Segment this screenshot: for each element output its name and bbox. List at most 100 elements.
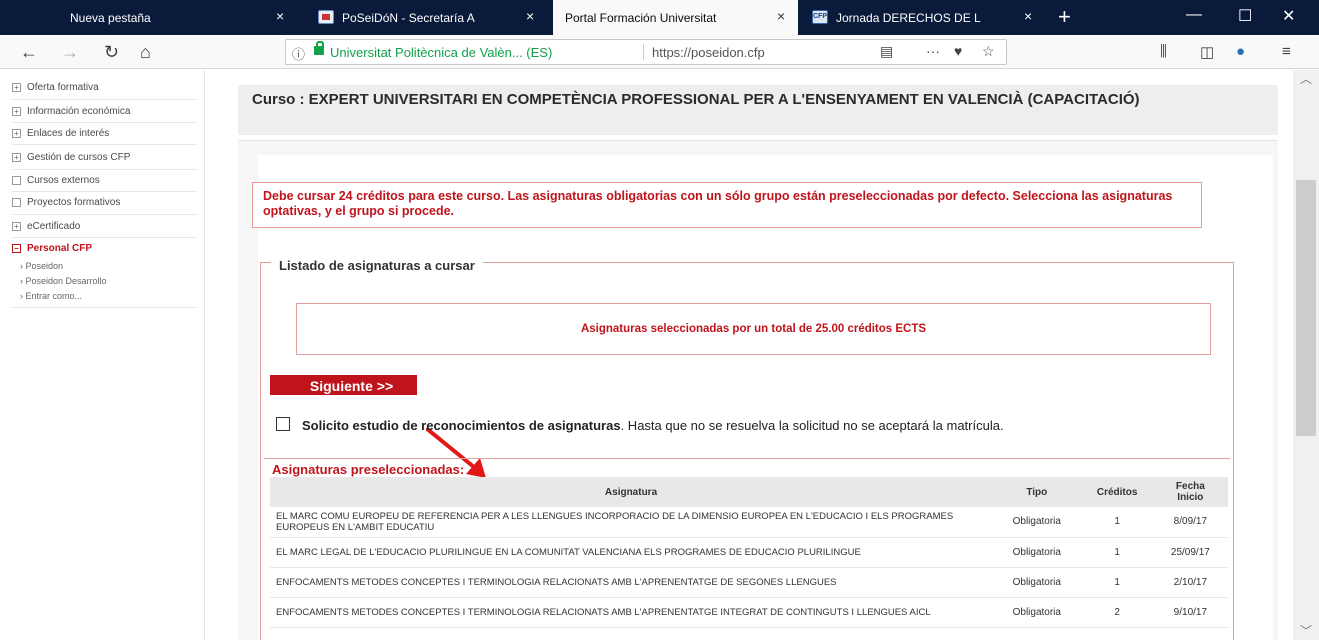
close-icon[interactable]: ×	[1024, 8, 1032, 24]
subject-name: EL MARC COMU EUROPEU DE REFERENCIA PER A…	[270, 507, 993, 538]
url-separator	[643, 44, 644, 60]
divider	[12, 237, 197, 238]
sidebar-item-label: Información económica	[27, 106, 131, 117]
sidebar-item-label: Gestión de cursos CFP	[27, 152, 131, 163]
scroll-down-icon[interactable]: ﹀	[1300, 622, 1312, 639]
subject-type: Obligatoria	[992, 537, 1082, 568]
url-bar[interactable]: ⓘ Universitat Politècnica de Valèn... (E…	[285, 39, 1007, 65]
divider	[12, 191, 197, 192]
sidebar-item-personal-cfp[interactable]: − Personal CFP	[12, 243, 197, 254]
library-icon[interactable]: ⫼	[1160, 43, 1167, 60]
subject-start-date: 2/10/17	[1152, 567, 1228, 598]
recognition-request-bold: Solicito estudio de reconocimientos de a…	[302, 418, 621, 433]
scrollbar-thumb[interactable]	[1296, 180, 1316, 436]
window-close-icon[interactable]: ✕	[1282, 6, 1295, 26]
subject-start-date: 8/09/17	[1152, 507, 1228, 538]
sidebar-item-label: eCertificado	[27, 221, 81, 232]
subject-type: Obligatoria	[992, 567, 1082, 598]
scroll-up-icon[interactable]: ︿	[1300, 70, 1312, 87]
sidebar-item-informacion[interactable]: + Información económica	[12, 106, 197, 117]
preselected-subjects-table: Asignatura Tipo Créditos Fecha Inicio EL …	[270, 477, 1228, 628]
forward-icon[interactable]: →	[61, 42, 79, 63]
table-row: EL MARC COMU EUROPEU DE REFERENCIA PER A…	[270, 507, 1228, 538]
close-icon[interactable]: ×	[276, 8, 284, 24]
sidebar-item-label: Enlaces de interés	[27, 128, 110, 139]
course-header: Curso : EXPERT UNIVERSITARI EN COMPETÈNC…	[238, 85, 1278, 135]
new-tab-icon[interactable]: +	[1058, 4, 1071, 30]
column-header-tipo: Tipo	[992, 477, 1082, 507]
tab-title: PoSeiDóN - Secretaría A	[342, 11, 475, 25]
divider	[12, 122, 197, 123]
bookmark-star-icon[interactable]: ☆	[982, 43, 995, 60]
minus-box-icon: −	[12, 244, 21, 253]
plus-box-icon: +	[12, 153, 21, 162]
extension-icon[interactable]: ●	[1236, 43, 1245, 60]
tab-title: Portal Formación Universitat	[565, 11, 717, 25]
sidebar-toggle-icon[interactable]: ◫	[1200, 43, 1214, 61]
tab-jornada-derechos[interactable]: CFP Jornada DERECHOS DE L ×	[800, 0, 1050, 35]
minimize-icon[interactable]: —	[1186, 6, 1202, 24]
plus-box-icon: +	[12, 107, 21, 116]
pocket-icon[interactable]: ♥	[954, 43, 962, 59]
divider	[12, 169, 197, 170]
close-icon[interactable]: ×	[777, 8, 785, 24]
browser-nav-bar: ← → ↻ ⌂ ⓘ Universitat Politècnica de Val…	[0, 35, 1319, 69]
sidebar-subitem-poseidon-desarrollo[interactable]: › Poseidon Desarrollo	[20, 276, 107, 286]
fieldset-legend: Listado de asignaturas a cursar	[271, 258, 483, 273]
sidebar-subitem-entrar-como[interactable]: › Entrar como...	[20, 291, 82, 301]
sidebar-item-label: Cursos externos	[27, 175, 100, 186]
recognition-request-note: . Hasta que no se resuelva la solicitud …	[620, 418, 1004, 433]
reader-view-icon[interactable]: ▤	[880, 43, 893, 60]
recognition-request-checkbox[interactable]	[276, 417, 290, 431]
inicio-label: Inicio	[1177, 492, 1204, 503]
subject-credits: 1	[1081, 507, 1153, 538]
preselected-title: Asignaturas preseleccionadas:	[272, 462, 465, 477]
subject-credits: 1	[1081, 567, 1153, 598]
reload-icon[interactable]: ↻	[104, 42, 119, 63]
home-icon[interactable]: ⌂	[140, 42, 151, 63]
maximize-icon[interactable]: ☐	[1238, 6, 1252, 26]
subject-start-date: 9/10/17	[1152, 597, 1228, 628]
next-button[interactable]: Siguiente >>	[270, 375, 417, 395]
left-sidebar: + Oferta formativa + Información económica…	[0, 70, 205, 640]
close-icon[interactable]: ×	[526, 8, 534, 24]
sidebar-item-ecertificado[interactable]: + eCertificado	[12, 221, 197, 232]
sidebar-subitem-label: Poseidon Desarrollo	[25, 276, 107, 286]
page-actions-icon[interactable]: ···	[926, 43, 940, 59]
section-divider	[264, 458, 1230, 459]
menu-icon[interactable]: ≡	[1282, 43, 1291, 60]
page-title: Curso : EXPERT UNIVERSITARI EN COMPETÈNC…	[252, 91, 1140, 108]
credits-notice: Debe cursar 24 créditos para este curso.…	[252, 182, 1202, 228]
table-row: ENFOCAMENTS METODES CONCEPTES I TERMINOL…	[270, 597, 1228, 628]
tab-title: Nueva pestaña	[70, 11, 151, 25]
sidebar-item-proyectos[interactable]: Proyectos formativos	[12, 197, 197, 208]
url-text[interactable]: https://poseidon.cfp	[652, 45, 765, 60]
sidebar-subitem-poseidon[interactable]: › Poseidon	[20, 261, 63, 271]
main-content: Curso : EXPERT UNIVERSITARI EN COMPETÈNC…	[206, 70, 1293, 640]
plus-box-icon: +	[12, 129, 21, 138]
subject-credits: 1	[1081, 537, 1153, 568]
subject-name: EL MARC LEGAL DE L'EDUCACIO PLURILINGUE …	[270, 537, 993, 568]
divider	[12, 214, 197, 215]
tab-title: Jornada DERECHOS DE L	[836, 11, 981, 25]
tab-poseidon[interactable]: PoSeiDóN - Secretaría A ×	[302, 0, 552, 35]
sidebar-item-label: Personal CFP	[27, 243, 93, 254]
page-scrollbar[interactable]: ︿ ﹀	[1293, 70, 1319, 640]
subject-name: ENFOCAMENTS METODES CONCEPTES I TERMINOL…	[270, 567, 993, 598]
poseidon-favicon-icon	[318, 10, 334, 24]
tab-nueva-pestana[interactable]: Nueva pestaña ×	[44, 0, 302, 35]
lock-icon	[314, 41, 324, 55]
sidebar-item-gestion[interactable]: + Gestión de cursos CFP	[12, 152, 197, 163]
site-identity[interactable]: Universitat Politècnica de Valèn... (ES)	[330, 45, 552, 60]
tab-portal-formacion[interactable]: Portal Formación Universitat ×	[553, 0, 798, 35]
subject-credits: 2	[1081, 597, 1153, 628]
table-row: ENFOCAMENTS METODES CONCEPTES I TERMINOL…	[270, 567, 1228, 598]
cfp-favicon-icon: CFP	[812, 10, 828, 24]
sidebar-item-enlaces[interactable]: + Enlaces de interés	[12, 128, 197, 139]
sidebar-item-oferta[interactable]: + Oferta formativa	[12, 82, 197, 93]
sidebar-item-cursos-externos[interactable]: Cursos externos	[12, 175, 197, 186]
info-icon[interactable]: ⓘ	[292, 44, 305, 63]
back-icon[interactable]: ←	[20, 42, 38, 63]
plus-box-icon: +	[12, 222, 21, 231]
subject-start-date: 25/09/17	[1152, 537, 1228, 568]
